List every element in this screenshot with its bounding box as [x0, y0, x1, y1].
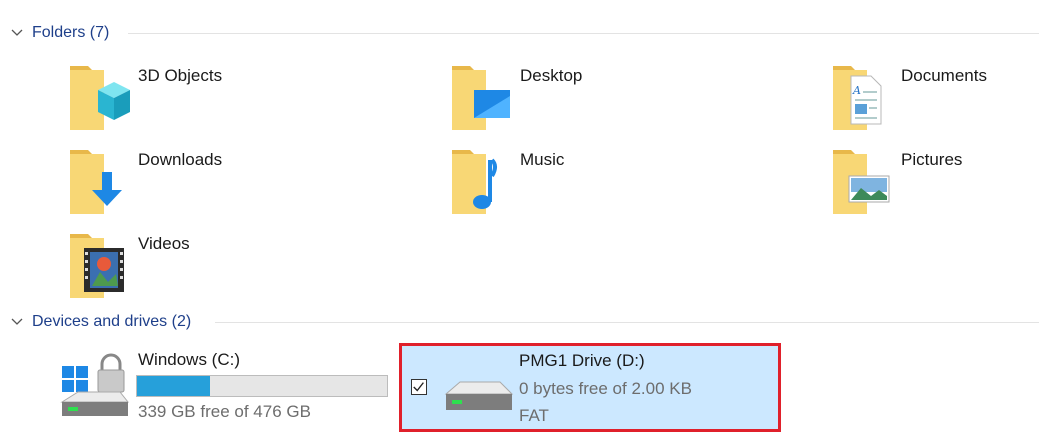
devices-group-header[interactable]: Devices and drives (2)	[0, 311, 1039, 335]
drive-filesystem: FAT	[519, 406, 549, 425]
folder-documents[interactable]: A Documents	[831, 62, 1039, 134]
folder-label: Documents	[901, 66, 987, 85]
folders-group-header[interactable]: Folders (7)	[0, 22, 1039, 46]
3d-objects-folder-icon	[70, 66, 130, 130]
folder-downloads[interactable]: Downloads	[68, 146, 398, 218]
folder-label: Pictures	[901, 150, 963, 169]
drive-usage-bar	[136, 375, 388, 397]
removable-drive-icon	[444, 381, 514, 410]
drive-name: Windows (C:)	[138, 350, 241, 369]
folder-label: 3D Objects	[138, 66, 223, 85]
group-divider	[128, 33, 1039, 34]
drive-usage-fill	[137, 376, 210, 396]
devices-group-title: Devices and drives (2)	[32, 313, 192, 330]
folder-label: Videos	[138, 234, 190, 253]
folder-label: Desktop	[520, 66, 583, 85]
folder-label: Downloads	[138, 150, 223, 169]
drive-free-space: 0 bytes free of 2.00 KB	[519, 379, 692, 398]
chevron-down-icon[interactable]	[10, 26, 24, 40]
folder-label: Music	[520, 150, 565, 169]
desktop-folder-icon	[452, 66, 510, 130]
drive-windows-c[interactable]: Windows (C:) 339 GB free of 476 GB	[58, 346, 393, 428]
videos-folder-icon	[70, 234, 124, 298]
chevron-down-icon[interactable]	[10, 315, 24, 329]
pictures-folder-icon	[833, 150, 890, 214]
documents-folder-icon: A	[833, 66, 882, 130]
folder-music[interactable]: Music	[450, 146, 780, 218]
folder-pictures[interactable]: Pictures	[831, 146, 1039, 218]
downloads-folder-icon	[70, 150, 122, 214]
folder-desktop[interactable]: Desktop	[450, 62, 780, 134]
folders-group-title: Folders (7)	[32, 24, 110, 41]
drive-pmg1-d[interactable]: PMG1 Drive (D:) 0 bytes free of 2.00 KB …	[399, 343, 781, 432]
folder-videos[interactable]: Videos	[68, 230, 398, 302]
checkmark-icon	[413, 382, 424, 392]
drive-name: PMG1 Drive (D:)	[519, 351, 645, 370]
folder-3d-objects[interactable]: 3D Objects	[68, 62, 398, 134]
group-divider	[215, 322, 1039, 323]
svg-text:A: A	[852, 84, 861, 97]
music-folder-icon	[452, 150, 497, 214]
selection-checkbox[interactable]	[411, 379, 427, 395]
drive-free-space: 339 GB free of 476 GB	[138, 402, 311, 421]
windows-drive-icon	[60, 353, 130, 416]
